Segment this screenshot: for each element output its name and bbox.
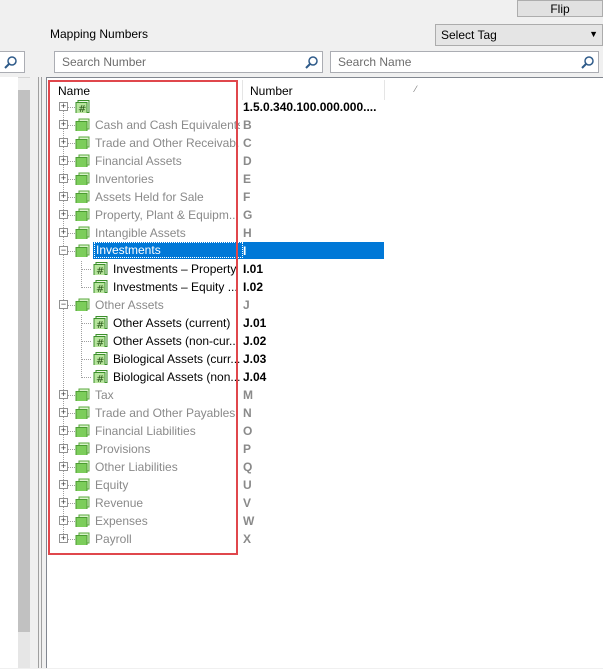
row-number: N [243, 406, 252, 420]
left-list [0, 77, 18, 668]
splitter[interactable] [38, 77, 39, 668]
select-tag-value: Select Tag [441, 28, 497, 42]
splitter [41, 77, 42, 668]
row-number: X [243, 532, 252, 546]
row-number: J.02 [243, 334, 267, 348]
row-number: P [243, 442, 252, 456]
highlight-box [48, 80, 238, 555]
scrollbar-track[interactable] [18, 632, 30, 668]
left-search-input[interactable] [0, 51, 25, 73]
row-number: F [243, 190, 251, 204]
row-number: J.01 [243, 316, 267, 330]
row-number: J.04 [243, 370, 267, 384]
row-number: B [243, 118, 252, 132]
row-number: I.01 [243, 262, 264, 276]
row-number: U [243, 478, 252, 492]
search-icon [4, 56, 17, 69]
row-number: O [243, 424, 253, 438]
flip-button[interactable]: Flip [517, 0, 603, 17]
row-number: I [243, 244, 247, 258]
search-number-input[interactable]: Search Number [54, 51, 323, 73]
row-number: J.03 [243, 352, 267, 366]
search-icon[interactable] [305, 55, 319, 69]
sort-indicator-icon: ⁄ [415, 84, 417, 94]
row-number: J [243, 298, 250, 312]
select-tag-dropdown[interactable]: Select Tag ▼ [435, 24, 603, 46]
row-number: I.02 [243, 280, 264, 294]
search-name-input[interactable]: Search Name [330, 51, 599, 73]
column-divider[interactable] [242, 80, 243, 100]
row-number: G [243, 208, 253, 222]
row-number: V [243, 496, 252, 510]
row-number: D [243, 154, 252, 168]
row-number: E [243, 172, 252, 186]
mapping-numbers-label: Mapping Numbers [50, 27, 149, 41]
scrollbar-thumb[interactable] [18, 90, 30, 632]
search-name-placeholder: Search Name [338, 55, 412, 69]
search-icon[interactable] [581, 55, 595, 69]
chevron-down-icon: ▼ [589, 29, 598, 39]
row-number: M [243, 388, 253, 402]
row-number: H [243, 226, 252, 240]
column-divider[interactable] [384, 80, 385, 100]
row-number: 1.5.0.340.100.000.000.... [243, 100, 377, 114]
row-number: Q [243, 460, 253, 474]
search-number-placeholder: Search Number [62, 55, 147, 69]
row-number: W [243, 514, 255, 528]
row-number: C [243, 136, 252, 150]
